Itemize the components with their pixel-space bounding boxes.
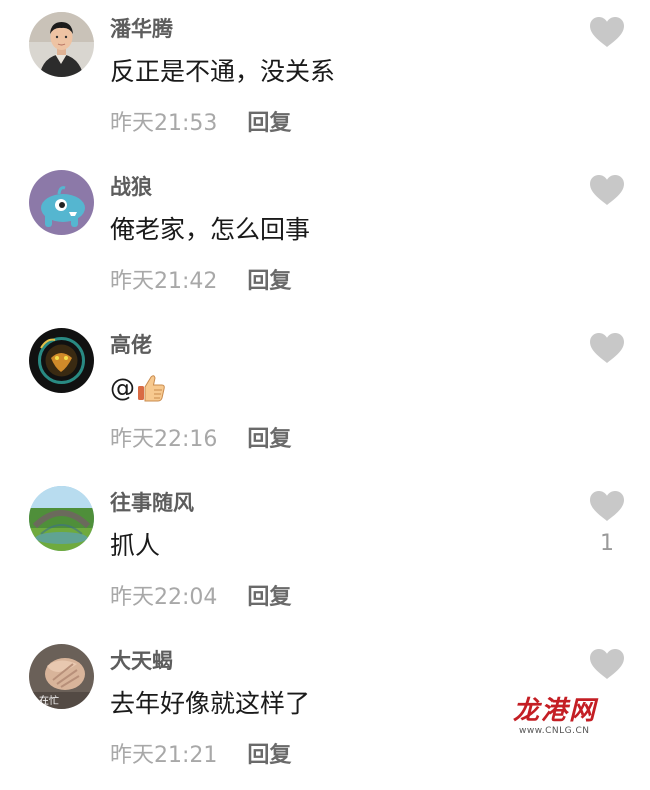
heart-icon [590, 649, 624, 679]
comment-item: 往事随风 抓人 昨天22:04 回复 1 [0, 474, 650, 632]
reply-button[interactable]: 回复 [247, 105, 291, 137]
comment-item: 潘华腾 反正是不通，没关系 昨天21:53 回复 [0, 0, 650, 158]
reply-button[interactable]: 回复 [247, 737, 291, 769]
comment-text: 反正是不通，没关系 [110, 57, 336, 86]
thumbs-up-emoji-icon [138, 375, 165, 402]
username[interactable]: 潘华腾 [110, 16, 173, 42]
mention-symbol: @ [110, 373, 135, 402]
avatar[interactable] [29, 170, 94, 235]
comment-item: 高佬 @ 昨天22:16 回复 [0, 316, 650, 474]
reply-button[interactable]: 回复 [247, 421, 291, 453]
comment-text: @ [110, 372, 166, 404]
watermark-url: www.CNLG.CN [519, 726, 590, 736]
comment-item: 战狼 俺老家，怎么回事 昨天21:42 回复 [0, 158, 650, 316]
avatar-status-text: 在忙 [39, 696, 59, 707]
like-button[interactable] [589, 332, 625, 364]
like-count: 1 [600, 531, 614, 556]
username[interactable]: 大天蝎 [110, 648, 173, 674]
avatar[interactable] [29, 12, 94, 77]
username[interactable]: 战狼 [110, 174, 152, 200]
username[interactable]: 高佬 [110, 332, 152, 358]
avatar[interactable] [29, 328, 94, 393]
comment-time: 昨天21:42 [110, 269, 218, 294]
comment-meta: 昨天22:16 回复 [110, 421, 291, 453]
like-button[interactable] [589, 490, 625, 522]
comment-time: 昨天21:21 [110, 743, 218, 768]
heart-icon [590, 333, 624, 363]
reply-button[interactable]: 回复 [247, 263, 291, 295]
like-button[interactable] [589, 16, 625, 48]
comment-meta: 昨天21:21 回复 [110, 737, 291, 769]
comment-list: 潘华腾 反正是不通，没关系 昨天21:53 回复 战狼 俺老家，怎么回事 昨天2… [0, 0, 650, 768]
watermark-logo: 龙港网 [513, 696, 598, 726]
comment-text: 抓人 [110, 531, 161, 560]
username[interactable]: 往事随风 [110, 490, 194, 516]
heart-icon [590, 491, 624, 521]
comment-text: 去年好像就这样了 [110, 689, 311, 718]
comment-time: 昨天22:04 [110, 585, 218, 610]
reply-button[interactable]: 回复 [247, 579, 291, 611]
comment-text: 俺老家，怎么回事 [110, 215, 311, 244]
comment-meta: 昨天21:42 回复 [110, 263, 291, 295]
comment-time: 昨天22:16 [110, 427, 218, 452]
comment-meta: 昨天22:04 回复 [110, 579, 291, 611]
like-button[interactable] [589, 648, 625, 680]
avatar[interactable] [29, 486, 94, 551]
like-button[interactable] [589, 174, 625, 206]
heart-icon [590, 175, 624, 205]
comment-time: 昨天21:53 [110, 111, 218, 136]
comment-meta: 昨天21:53 回复 [110, 105, 291, 137]
heart-icon [590, 17, 624, 47]
avatar[interactable]: 在忙 [29, 644, 94, 709]
watermark: 龙港网 www.CNLG.CN [505, 690, 605, 742]
